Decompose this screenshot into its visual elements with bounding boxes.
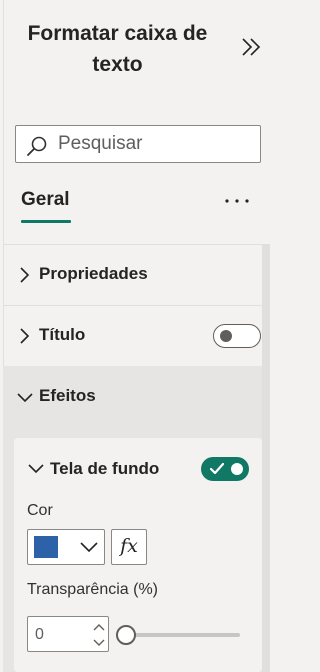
titulo-toggle[interactable]: [213, 324, 261, 348]
checkmark-icon: [210, 463, 224, 475]
color-label: Cor: [27, 502, 53, 519]
transparency-input[interactable]: [35, 624, 85, 646]
search-icon: [27, 136, 47, 156]
toggle-knob: [231, 463, 243, 475]
divider: [3, 244, 270, 245]
active-tab-indicator: [21, 220, 71, 223]
chevron-down-icon[interactable]: [27, 462, 45, 476]
transparency-label: Transparência (%): [27, 581, 159, 598]
section-efeitos[interactable]: Efeitos: [3, 368, 262, 428]
chevron-down-icon: [80, 542, 98, 553]
scrollbar[interactable]: [262, 244, 270, 672]
color-swatch: [34, 536, 58, 558]
search-input[interactable]: [58, 132, 253, 156]
chevron-down-icon[interactable]: [92, 636, 106, 649]
chevron-up-icon[interactable]: [92, 621, 106, 634]
tab-geral[interactable]: Geral: [21, 189, 70, 211]
pane-title: Formatar caixa de texto: [27, 22, 208, 76]
more-options-button[interactable]: [222, 188, 254, 214]
conditional-formatting-fx-button[interactable]: fx: [111, 529, 147, 565]
transparency-stepper[interactable]: [27, 616, 109, 652]
section-label: Efeitos: [39, 386, 96, 405]
section-label: Propriedades: [39, 264, 148, 283]
double-chevron-right-icon: [242, 38, 261, 56]
chevron-right-icon: [20, 267, 30, 283]
search-box[interactable]: [15, 125, 261, 163]
tela-de-fundo-header[interactable]: Tela de fundo: [50, 459, 159, 479]
chevron-right-icon: [20, 328, 30, 344]
color-picker-dropdown[interactable]: [27, 529, 105, 565]
collapse-pane-button[interactable]: [240, 35, 262, 59]
transparency-slider-thumb[interactable]: [116, 625, 136, 645]
tela-de-fundo-toggle[interactable]: [201, 457, 249, 481]
section-propriedades[interactable]: Propriedades: [3, 246, 262, 306]
chevron-down-icon: [17, 393, 33, 403]
divider: [3, 305, 270, 306]
toggle-knob: [220, 330, 232, 342]
more-ellipsis-icon: [225, 199, 249, 203]
transparency-slider-track[interactable]: [128, 633, 240, 637]
section-label: Título: [39, 325, 86, 344]
